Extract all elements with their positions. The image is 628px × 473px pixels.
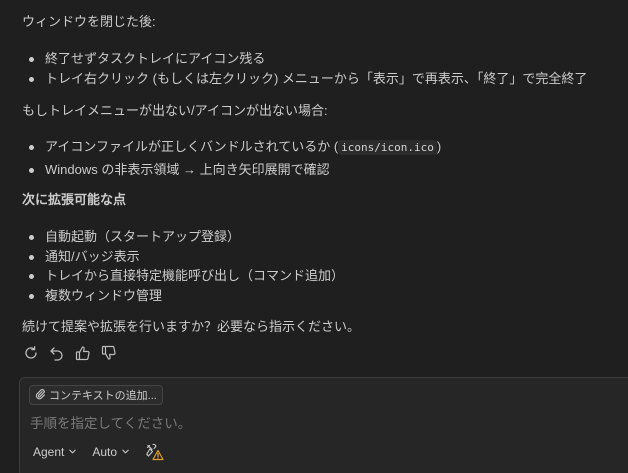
mode-label: Agent [33,445,65,459]
chevron-down-icon [121,445,130,459]
retry-icon[interactable] [22,344,40,362]
next-heading: 次に拡張可能な点 [22,192,127,207]
next-list: 自動起動（スタートアップ登録） 通知/バッジ表示 トレイから直接特定機能呼び出し… [22,227,344,305]
input-toolbar: Agent Auto [33,442,165,462]
paperclip-icon [34,388,46,403]
list-item: トレイから直接特定機能呼び出し（コマンド追加） [22,266,344,286]
message-actions [22,344,118,362]
closing-text: 続けて提案や拡張を行いますか？必要なら指示ください。 [22,319,361,334]
list-item: アイコンファイルが正しくバンドルされているか (icons/icon.ico) [22,137,441,158]
thumbs-down-icon[interactable] [100,344,118,362]
prompt-input[interactable]: 手順を指定してください。 [30,415,191,433]
list-item-text: ) [436,139,442,154]
chat-panel: ウィンドウを閉じた後: 終了せずタスクトレイにアイコン残る トレイ右クリック (… [0,0,628,473]
add-context-button[interactable]: コンテキストの追加... [29,385,163,405]
undo-icon[interactable] [48,344,66,362]
list-item-text: アイコンファイルが正しくバンドルされているか ( [45,139,339,154]
mode-dropdown[interactable]: Agent [33,442,77,462]
missing-heading: もしトレイメニューが出ない/アイコンが出ない場合: [22,103,328,118]
thumbs-up-icon[interactable] [74,344,92,362]
after-close-heading: ウィンドウを閉じた後: [22,14,156,29]
list-item: Windows の非表示領域 → 上向き矢印展開で確認 [22,160,441,180]
inline-code: icons/icon.ico [338,140,437,155]
list-item: 終了せずタスクトレイにアイコン残る [22,49,587,69]
tools-warning-icon[interactable] [145,442,165,462]
list-item: 複数ウィンドウ管理 [22,286,344,306]
model-dropdown[interactable]: Auto [92,442,130,462]
add-context-label: コンテキストの追加... [49,390,157,402]
model-label: Auto [92,445,118,459]
list-item: トレイ右クリック (もしくは左クリック) メニューから「表示」で再表示、「終了」… [22,69,587,89]
missing-list: アイコンファイルが正しくバンドルされているか (icons/icon.ico) … [22,137,441,179]
chevron-down-icon [68,445,77,459]
list-item: 通知/バッジ表示 [22,247,344,267]
chat-input-box[interactable]: コンテキストの追加... 手順を指定してください。 Agent Auto [19,377,628,473]
list-item: 自動起動（スタートアップ登録） [22,227,344,247]
after-close-list: 終了せずタスクトレイにアイコン残る トレイ右クリック (もしくは左クリック) メ… [22,49,587,88]
